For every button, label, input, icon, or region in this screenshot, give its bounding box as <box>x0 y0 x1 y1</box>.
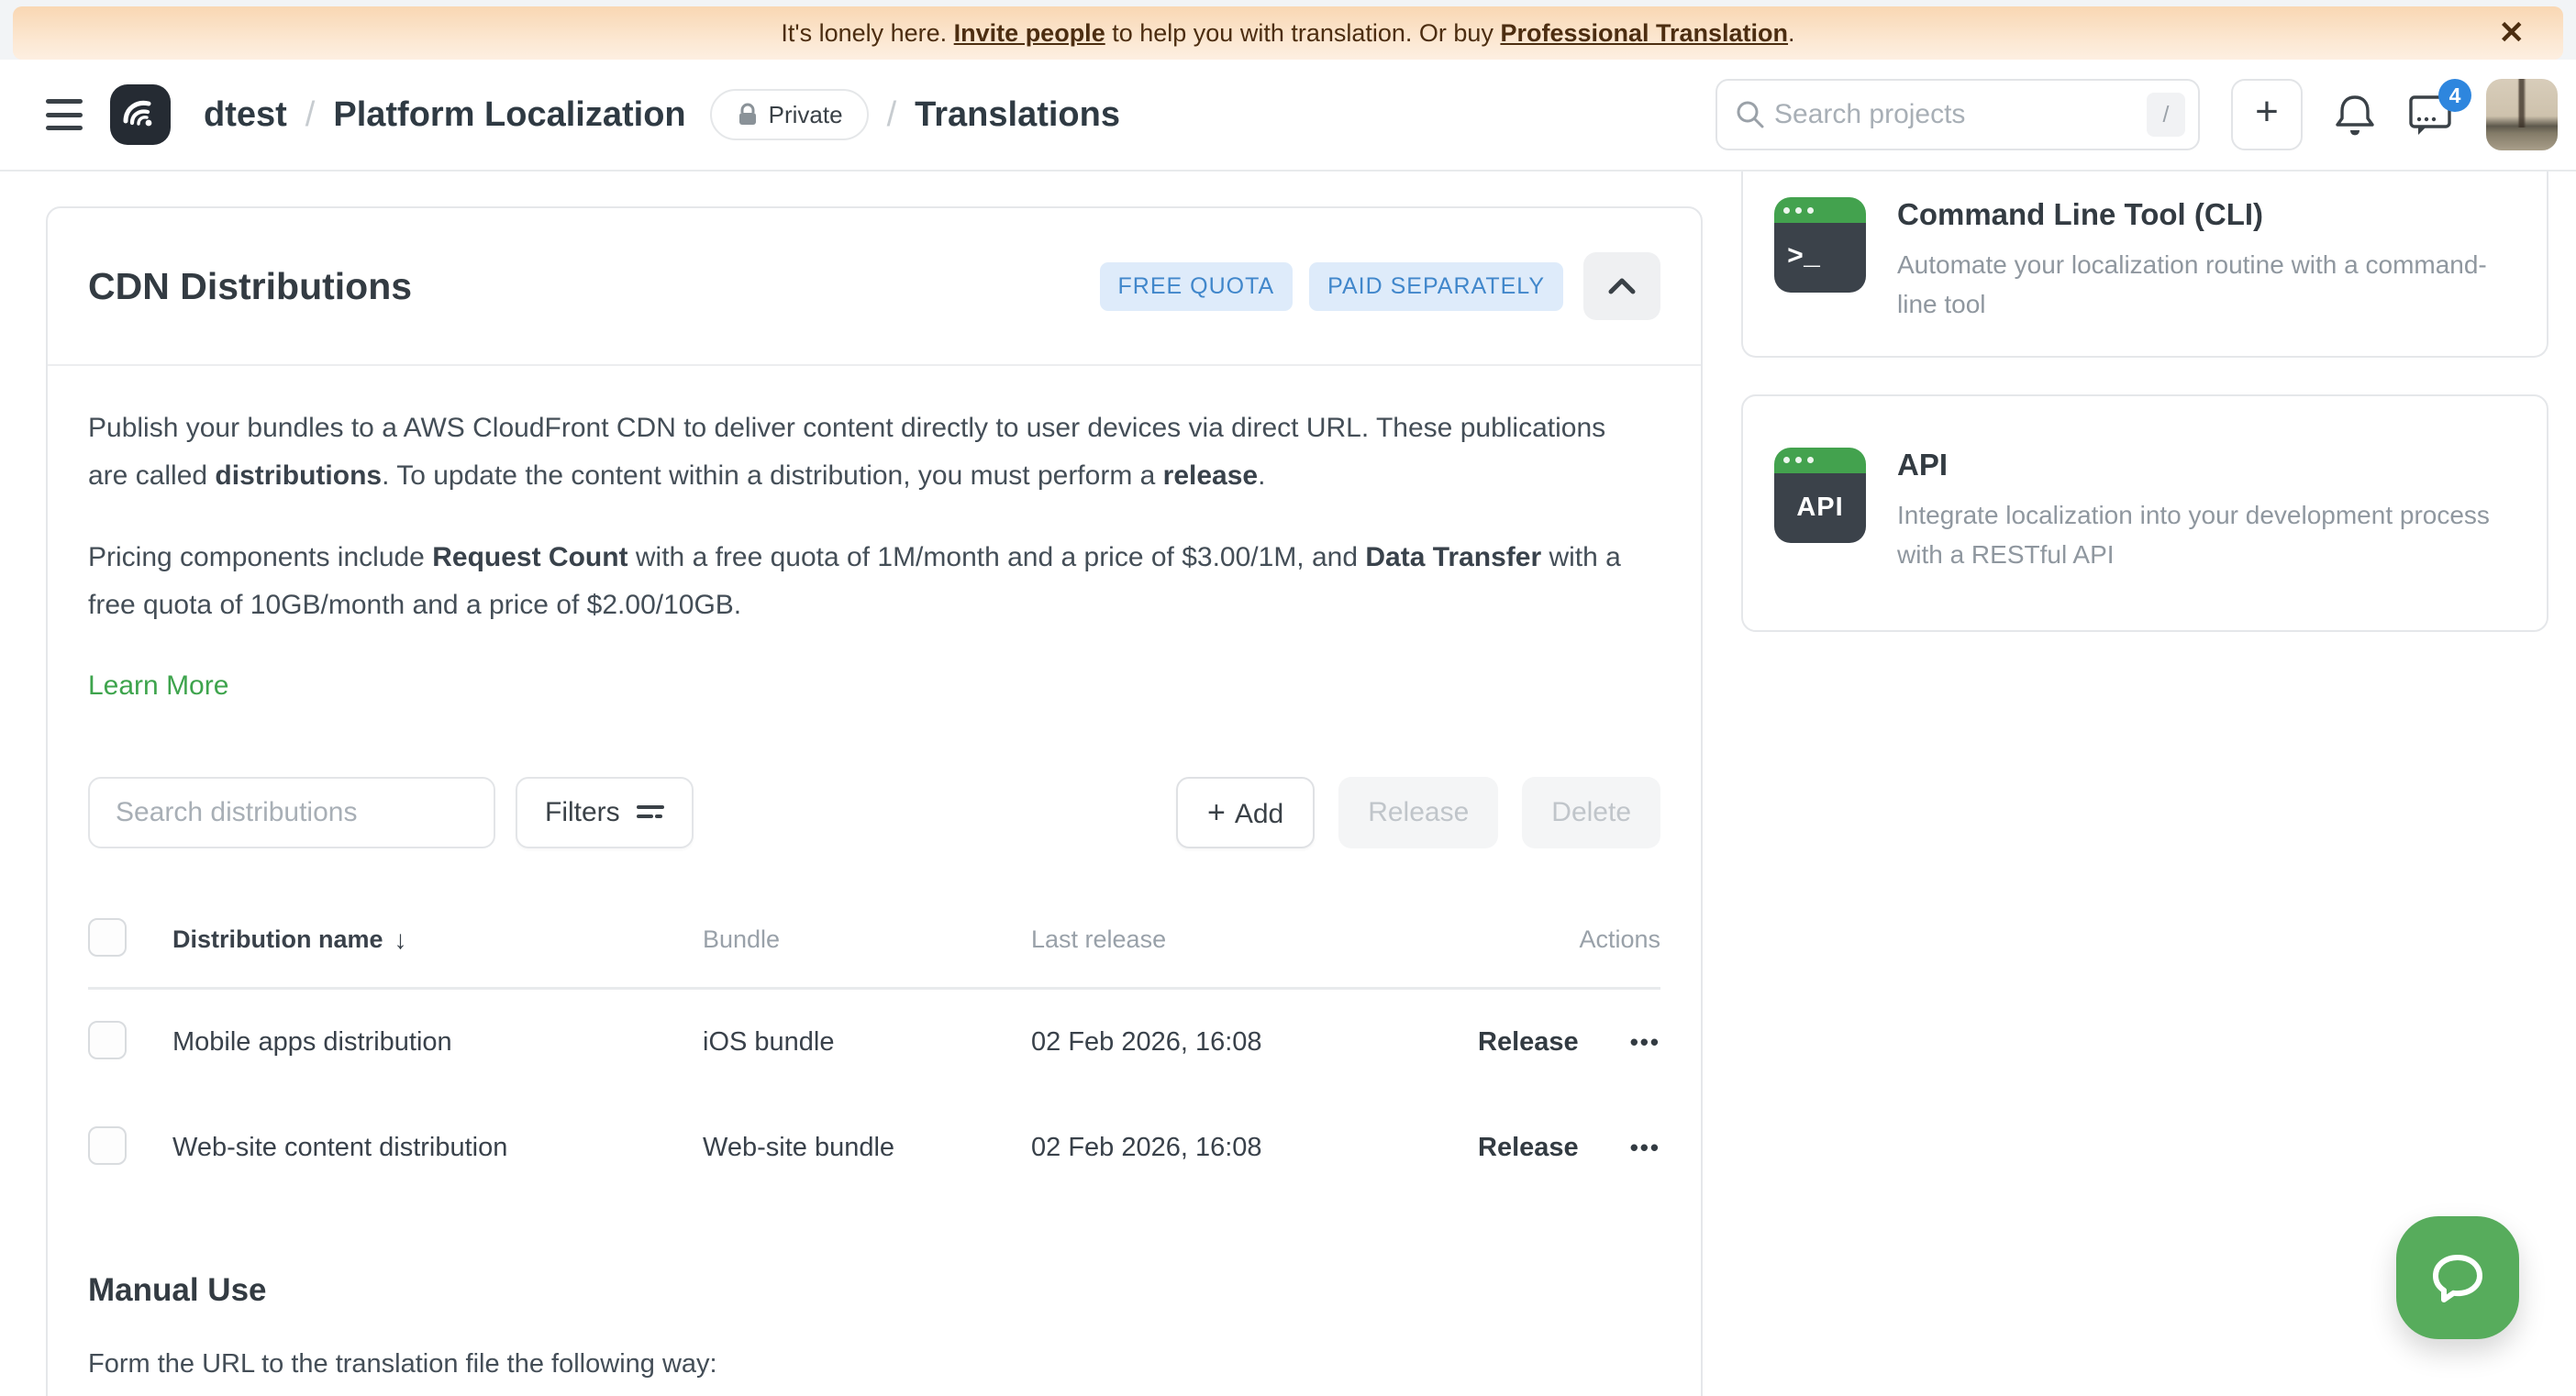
professional-translation-link[interactable]: Professional Translation <box>1500 19 1788 47</box>
row-checkbox[interactable] <box>88 1126 127 1165</box>
row-menu-icon[interactable]: ••• <box>1630 1028 1660 1057</box>
breadcrumb-separator: / <box>305 95 316 135</box>
add-distribution-button[interactable]: +Add <box>1176 777 1315 848</box>
paid-separately-badge: PAID SEPARATELY <box>1309 262 1563 311</box>
filters-label: Filters <box>545 797 620 828</box>
row-menu-icon[interactable]: ••• <box>1630 1134 1660 1162</box>
support-chat-button[interactable] <box>2396 1216 2519 1339</box>
card-header: CDN Distributions FREE QUOTA PAID SEPARA… <box>48 208 1701 366</box>
learn-more-link[interactable]: Learn More <box>88 670 228 702</box>
lock-icon <box>736 102 760 127</box>
invite-banner: It's lonely here. Invite people to help … <box>13 6 2563 60</box>
row-checkbox[interactable] <box>88 1021 127 1059</box>
api-card-title[interactable]: API <box>1897 448 2515 482</box>
cdn-distributions-card: CDN Distributions FREE QUOTA PAID SEPARA… <box>46 206 1703 1396</box>
cli-card-title[interactable]: Command Line Tool (CLI) <box>1897 197 2515 232</box>
plus-icon: + <box>1207 795 1226 830</box>
sort-desc-icon[interactable]: ↓ <box>394 925 407 955</box>
header-actions: / + 4 <box>1715 79 2558 150</box>
release-button[interactable]: Release <box>1338 777 1498 848</box>
last-release-cell: 02 Feb 2026, 16:08 <box>1031 1027 1367 1058</box>
api-card-text: API Integrate localization into your dev… <box>1897 448 2515 575</box>
crowdin-logo[interactable] <box>110 84 171 145</box>
select-all-checkbox[interactable] <box>88 918 127 957</box>
banner-close-icon[interactable]: ✕ <box>2499 17 2526 49</box>
menu-bar <box>46 126 83 130</box>
distribution-name-cell: Mobile apps distribution <box>172 1027 703 1058</box>
row-release-button[interactable]: Release <box>1478 1027 1579 1058</box>
table-body: Mobile apps distribution iOS bundle 02 F… <box>88 990 1660 1201</box>
actions-cell: Release ••• <box>1367 1027 1660 1058</box>
free-quota-badge: FREE QUOTA <box>1100 262 1294 311</box>
cli-card-text: Command Line Tool (CLI) Automate your lo… <box>1897 197 2515 325</box>
breadcrumb-org[interactable]: dtest <box>204 95 287 135</box>
distributions-search-input[interactable] <box>88 777 495 848</box>
messages-count-badge: 4 <box>2438 79 2471 112</box>
banner-text-pre: It's lonely here. <box>781 19 953 47</box>
description-paragraph-2: Pricing components include Request Count… <box>88 534 1629 628</box>
page-title: CDN Distributions <box>88 265 412 308</box>
api-card-description: Integrate localization into your develop… <box>1897 495 2515 575</box>
bundle-cell: Web-site bundle <box>703 1133 1031 1163</box>
app-header: dtest / Platform Localization Private / … <box>0 60 2576 172</box>
distribution-name-cell: Web-site content distribution <box>172 1133 703 1163</box>
terminal-icon: >_ <box>1774 197 1866 293</box>
tools-sidebar: >_ Command Line Tool (CLI) Automate your… <box>1741 172 2548 632</box>
banner-strip: It's lonely here. Invite people to help … <box>0 0 2576 60</box>
project-search-input[interactable] <box>1774 99 2180 130</box>
bell-icon <box>2334 92 2376 138</box>
breadcrumb: dtest / Platform Localization Private / … <box>204 89 1120 140</box>
menu-bar <box>46 113 83 117</box>
breadcrumb-page: Translations <box>915 95 1120 135</box>
breadcrumb-project[interactable]: Platform Localization <box>333 95 685 135</box>
table-row: Mobile apps distribution iOS bundle 02 F… <box>88 990 1660 1095</box>
table-row: Web-site content distribution Web-site b… <box>88 1095 1660 1201</box>
breadcrumb-separator: / <box>887 95 897 135</box>
column-last-release: Last release <box>1031 925 1367 954</box>
manual-use-heading: Manual Use <box>88 1272 1660 1309</box>
last-release-cell: 02 Feb 2026, 16:08 <box>1031 1133 1367 1163</box>
column-actions: Actions <box>1367 925 1660 954</box>
column-bundle: Bundle <box>703 925 1031 954</box>
cli-card-description: Automate your localization routine with … <box>1897 245 2515 325</box>
card-body: Publish your bundles to a AWS CloudFront… <box>48 366 1701 1396</box>
table-header-row: Distribution name ↓ Bundle Last release … <box>88 905 1660 990</box>
bundle-cell: iOS bundle <box>703 1027 1031 1058</box>
filters-button[interactable]: Filters <box>516 777 694 848</box>
search-icon <box>1734 98 1767 131</box>
column-distribution-name[interactable]: Distribution name ↓ <box>172 925 703 955</box>
project-search: / <box>1715 79 2200 150</box>
banner-text: It's lonely here. Invite people to help … <box>781 19 1794 48</box>
banner-text-post: . <box>1788 19 1795 47</box>
manual-use-intro: Form the URL to the translation file the… <box>88 1349 1660 1379</box>
delete-button[interactable]: Delete <box>1522 777 1660 848</box>
row-release-button[interactable]: Release <box>1478 1133 1579 1163</box>
main-content: CDN Distributions FREE QUOTA PAID SEPARA… <box>0 172 2576 1393</box>
collapse-button[interactable] <box>1583 252 1660 320</box>
pricing-badges: FREE QUOTA PAID SEPARATELY <box>1100 262 1564 311</box>
messages-button[interactable]: 4 <box>2407 92 2455 138</box>
menu-bar <box>46 99 83 104</box>
menu-button[interactable] <box>46 99 83 130</box>
actions-cell: Release ••• <box>1367 1133 1660 1163</box>
distributions-toolbar: Filters +Add Release Delete <box>88 777 1660 848</box>
banner-text-mid: to help you with translation. Or buy <box>1105 19 1501 47</box>
user-avatar[interactable] <box>2486 79 2558 150</box>
api-card[interactable]: API API Integrate localization into your… <box>1741 394 2548 632</box>
notifications-button[interactable] <box>2334 92 2376 138</box>
privacy-badge: Private <box>710 89 869 140</box>
search-shortcut-hint: / <box>2147 93 2185 137</box>
distributions-table: Distribution name ↓ Bundle Last release … <box>88 905 1660 1201</box>
invite-people-link[interactable]: Invite people <box>954 19 1105 47</box>
cli-card[interactable]: >_ Command Line Tool (CLI) Automate your… <box>1741 172 2548 358</box>
chat-bubble-icon <box>2423 1245 2493 1311</box>
create-project-button[interactable]: + <box>2231 79 2303 150</box>
filter-icon <box>637 801 664 825</box>
privacy-label: Private <box>769 101 843 129</box>
description-paragraph-1: Publish your bundles to a AWS CloudFront… <box>88 404 1629 499</box>
chevron-up-icon <box>1605 275 1638 297</box>
crowdin-logo-glyph <box>117 91 164 138</box>
api-icon: API <box>1774 448 1866 543</box>
